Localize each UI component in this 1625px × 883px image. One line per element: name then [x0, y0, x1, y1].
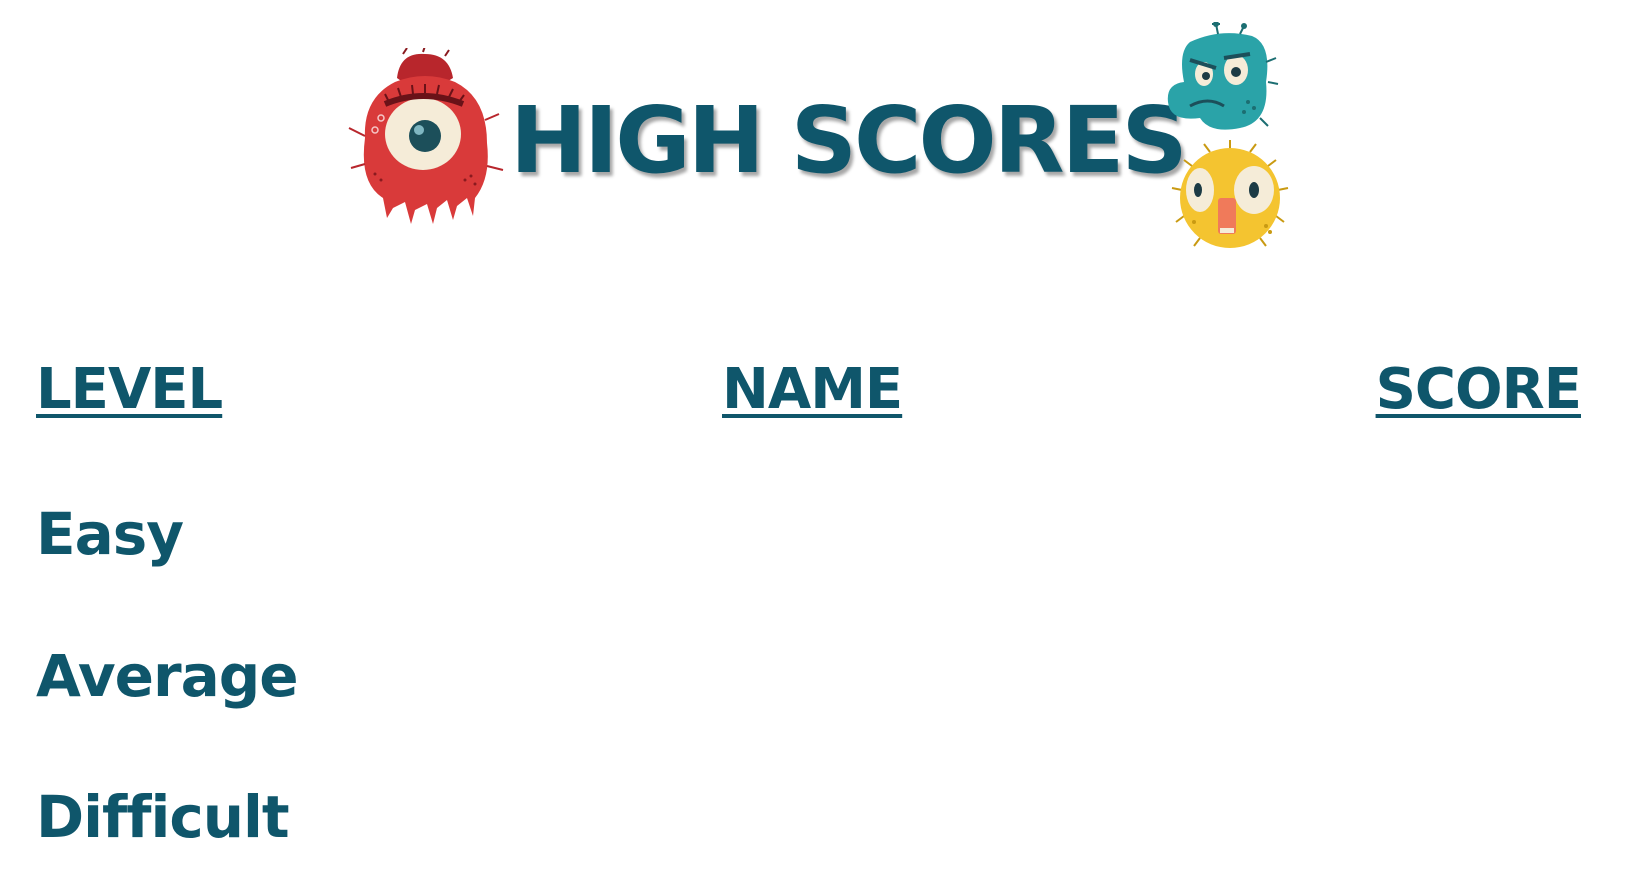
level-average-label: Average — [36, 642, 299, 710]
high-scores-table: LEVEL NAME SCORE Easy Average Difficult — [0, 0, 1625, 883]
column-header-name[interactable]: NAME — [722, 362, 903, 418]
level-easy-label: Easy — [36, 500, 184, 568]
level-difficult-label: Difficult — [36, 783, 290, 851]
column-header-level[interactable]: LEVEL — [36, 362, 223, 418]
column-header-score[interactable]: SCORE — [1376, 362, 1582, 418]
high-scores-page: HIGH SCORES LEVEL NAME SCORE Easy Averag… — [0, 0, 1625, 883]
